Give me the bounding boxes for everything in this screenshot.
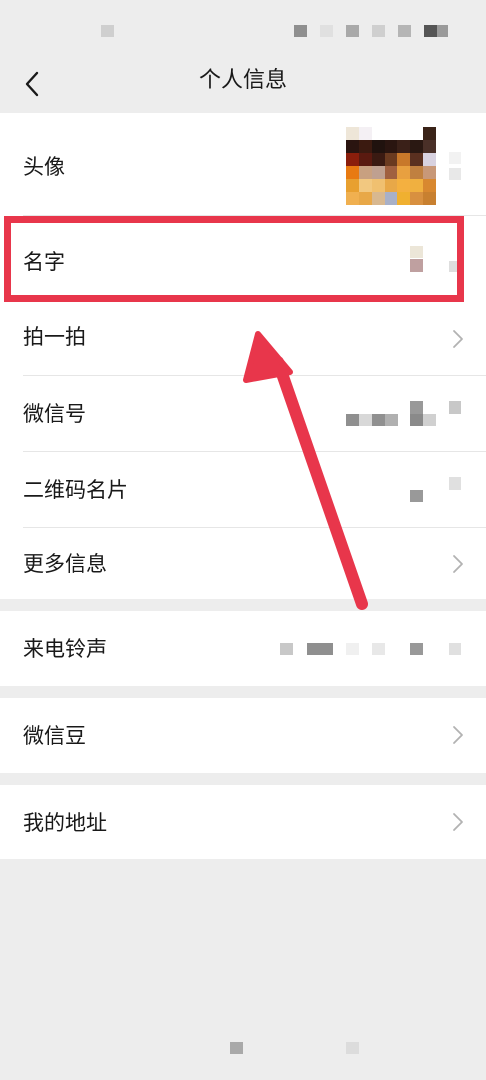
row-label: 微信号 <box>23 402 86 426</box>
redacted-ringtone <box>410 643 423 655</box>
avatar[interactable] <box>346 127 436 205</box>
redacted-pixel <box>449 168 461 180</box>
redacted-pixel <box>449 152 461 164</box>
highlight-box <box>4 216 464 302</box>
avatar-row[interactable]: 头像 <box>0 113 486 216</box>
address-row[interactable]: 我的地址 <box>0 785 486 859</box>
row-label: 微信豆 <box>23 724 86 748</box>
status-indicator <box>346 25 359 37</box>
bottom-indicator <box>346 1042 359 1054</box>
ringtone-group: 来电铃声 <box>0 611 486 686</box>
redacted-wechat-id <box>359 414 372 426</box>
redacted-wechat-id <box>385 414 398 426</box>
chevron-right-icon <box>452 329 464 349</box>
redacted-wechat-id <box>372 414 385 426</box>
status-bar <box>0 0 486 60</box>
status-indicator <box>372 25 385 37</box>
status-indicator <box>294 25 307 37</box>
redacted-pixel <box>449 401 461 414</box>
row-label: 来电铃声 <box>23 637 107 661</box>
redacted-ringtone <box>320 643 333 655</box>
status-indicator <box>101 25 114 37</box>
redacted-qr <box>410 490 423 502</box>
wechat-id-row[interactable]: 微信号 <box>0 376 486 452</box>
wechat-beans-group: 微信豆 <box>0 698 486 773</box>
pat-row[interactable]: 拍一拍 <box>0 302 486 376</box>
profile-group: 头像 名字 拍一拍 微信号 二维码名片 更多信息 <box>0 113 486 599</box>
chevron-right-icon <box>452 554 464 574</box>
status-indicator <box>320 25 333 37</box>
page-title: 个人信息 <box>198 68 287 93</box>
row-label: 拍一拍 <box>23 325 86 349</box>
redacted-ringtone <box>280 643 293 655</box>
battery-icon <box>437 25 448 37</box>
redacted-pixel <box>449 643 461 655</box>
battery-icon <box>424 25 437 37</box>
redacted-ringtone <box>372 643 385 655</box>
redacted-wechat-id <box>423 414 436 426</box>
nav-bar: 个人信息 <box>0 60 486 112</box>
address-group: 我的地址 <box>0 785 486 859</box>
redacted-wechat-id <box>410 414 423 426</box>
row-label: 头像 <box>23 155 65 179</box>
row-label: 我的地址 <box>23 811 107 835</box>
redacted-pixel <box>449 477 461 490</box>
status-indicator <box>398 25 411 37</box>
bottom-indicator <box>230 1042 243 1054</box>
chevron-right-icon <box>452 725 464 745</box>
redacted-ringtone <box>346 643 359 655</box>
wechat-beans-row[interactable]: 微信豆 <box>0 698 486 773</box>
row-label: 二维码名片 <box>23 478 128 502</box>
redacted-wechat-id <box>346 414 359 426</box>
chevron-right-icon <box>452 812 464 832</box>
redacted-ringtone <box>307 643 320 655</box>
qr-code-row[interactable]: 二维码名片 <box>0 452 486 528</box>
ringtone-row[interactable]: 来电铃声 <box>0 611 486 686</box>
row-label: 更多信息 <box>23 552 107 576</box>
more-info-row[interactable]: 更多信息 <box>0 528 486 599</box>
redacted-wechat-id <box>410 401 423 414</box>
